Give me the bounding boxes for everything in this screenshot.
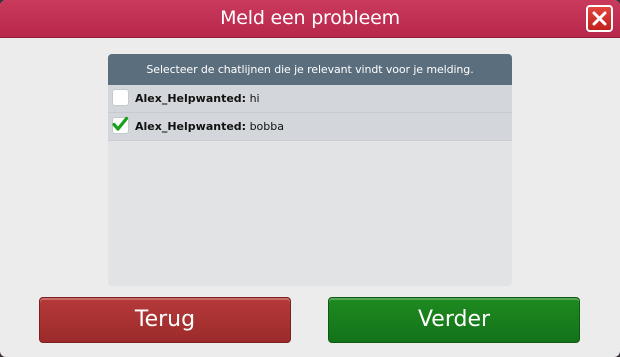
report-dialog: Meld een probleem Selecteer de chatlijne… bbox=[0, 0, 620, 357]
chat-line-text: Alex_Helpwanted: bobba bbox=[135, 113, 284, 140]
chat-line-user: Alex_Helpwanted: bbox=[135, 92, 247, 105]
chat-line-checkbox[interactable] bbox=[112, 89, 129, 106]
back-button[interactable]: Terug bbox=[39, 297, 291, 343]
next-button[interactable]: Verder bbox=[328, 297, 580, 343]
chat-lines-panel: Selecteer de chatlijnen die je relevant … bbox=[108, 54, 512, 286]
chat-line-text: Alex_Helpwanted: hi bbox=[135, 85, 260, 112]
dialog-title: Meld een probleem bbox=[220, 7, 400, 29]
chat-line-message: bobba bbox=[249, 120, 284, 133]
close-icon bbox=[592, 11, 607, 26]
chat-line-user: Alex_Helpwanted: bbox=[135, 120, 247, 133]
checkmark-icon bbox=[112, 116, 128, 131]
dialog-titlebar[interactable]: Meld een probleem bbox=[0, 0, 620, 38]
chat-line-checkbox[interactable] bbox=[112, 116, 129, 134]
chat-line-row[interactable]: Alex_Helpwanted: hi bbox=[108, 85, 512, 113]
chat-line-message: hi bbox=[249, 92, 260, 105]
panel-instruction: Selecteer de chatlijnen die je relevant … bbox=[108, 54, 512, 85]
chat-line-row[interactable]: Alex_Helpwanted: bobba bbox=[108, 113, 512, 141]
close-button[interactable] bbox=[586, 5, 613, 32]
